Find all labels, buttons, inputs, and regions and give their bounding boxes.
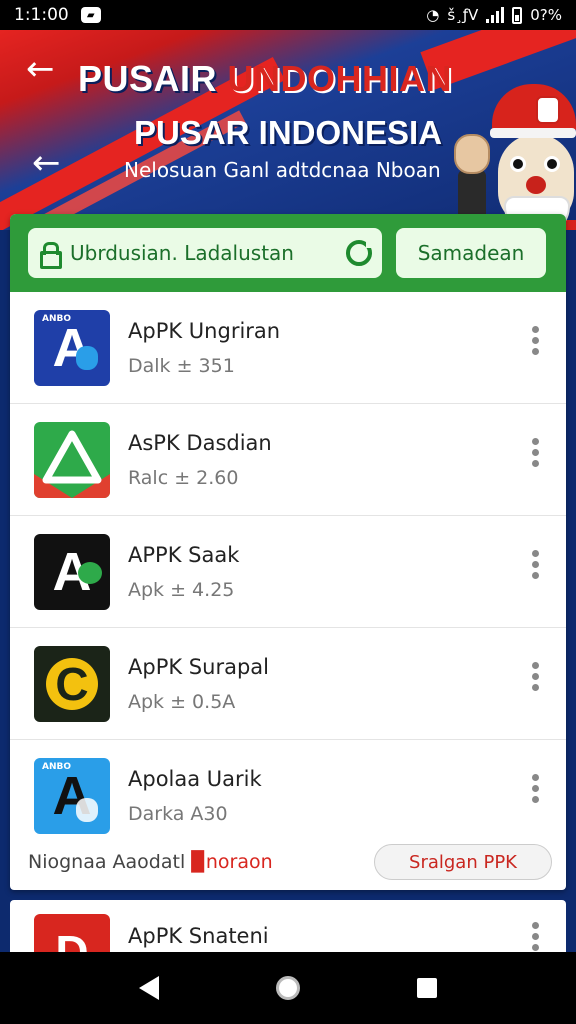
refresh-icon[interactable] (346, 240, 374, 266)
app-name: APPK Saak (128, 542, 240, 567)
app-list-card: Ubrdusian. Ladalustan Samadean ANBO A Ap… (10, 214, 566, 890)
app-name: ApPK Surapal (128, 654, 269, 679)
list-item[interactable]: C ApPK Surapal Apk ± 0.5A (10, 628, 566, 740)
mascot-illustration (452, 70, 576, 230)
mascot-eye (510, 156, 526, 172)
next-app-card: D ApPK Snateni (10, 900, 566, 960)
triangle-icon (42, 430, 102, 483)
navigation-bar (0, 952, 576, 1024)
banner: ← PUSAIR UNDOHHIAN PUSAR INDONESIA ← Nel… (0, 30, 576, 230)
list-item[interactable]: ANBO A ApPK Ungriran Dalk ± 351 (10, 292, 566, 404)
banner-title-red: UNDOHHIAN (227, 58, 453, 99)
mascot-hat (492, 84, 576, 134)
app-text: AsPK Dasdian Ralc ± 2.60 (128, 431, 272, 489)
status-bar: 1:1:00 ▰ ◔ š¸ƒV 0?% (0, 0, 576, 30)
back-arrow-icon[interactable]: ← (32, 146, 61, 180)
app-name: AsPK Dasdian (128, 430, 272, 455)
more-options-icon[interactable] (532, 662, 540, 691)
banner-title-white: PUSAIR (78, 58, 218, 99)
network-text: š¸ƒV (447, 6, 479, 24)
status-right: ◔ š¸ƒV 0?% (426, 6, 562, 24)
search-input-value: Ubrdusian. Ladalustan (70, 241, 294, 265)
shape-decoration (76, 345, 98, 370)
lock-icon (40, 242, 62, 269)
app-meta: Dalk ± 351 (128, 354, 235, 377)
app-icon-a-blue: ANBO A (34, 309, 110, 386)
nav-back-icon[interactable] (138, 976, 159, 1000)
app-name: Apolaa Uarik (128, 767, 262, 791)
app-icon-a-lightblue: ANBO A (34, 758, 110, 834)
banner-title-line2: PUSAR INDONESIA (134, 114, 443, 151)
list-item[interactable]: AsPK Dasdian Ralc ± 2.60 (10, 404, 566, 516)
app-meta: Darka A30 (128, 803, 228, 825)
app-text: ApPK Surapal Apk ± 0.5A (128, 655, 269, 713)
app-text: APPK Saak Apk ± 4.25 (128, 543, 239, 601)
letter-a-glyph: A (52, 317, 92, 378)
nav-home-icon[interactable] (275, 976, 300, 1000)
wifi-icon: ◔ (426, 6, 440, 24)
signal-icon (486, 7, 505, 23)
search-button[interactable]: Samadean (396, 228, 546, 278)
mascot-nose (526, 176, 546, 194)
back-arrow-icon[interactable]: ← (26, 52, 55, 86)
more-options-icon[interactable] (532, 438, 540, 467)
mascot-eye (544, 156, 560, 172)
app-text: ApPK Ungriran Dalk ± 351 (128, 319, 280, 377)
battery-text: 0?% (530, 6, 562, 24)
footer-text-highlight: ▉noraon (191, 851, 273, 873)
list-item[interactable]: A APPK Saak Apk ± 4.25 (10, 516, 566, 628)
shape-decoration (76, 798, 98, 822)
app-text: Apolaa Uarik Darka A30 (128, 767, 262, 825)
more-options-icon[interactable] (532, 922, 540, 951)
nav-recents-icon[interactable] (417, 978, 438, 998)
app-icon-triangle-green (34, 421, 110, 498)
card-footer: Niognaa Aaodatl ▉noraon Sralgan PPK (10, 834, 566, 890)
app-name: ApPK Snateni (128, 924, 269, 948)
app-meta: Apk ± 0.5A (128, 690, 236, 713)
app-meta: Ralc ± 2.60 (128, 466, 239, 489)
mascot-hat-band (490, 128, 576, 138)
app-icon-a-black: A (34, 533, 110, 610)
search-input[interactable]: Ubrdusian. Ladalustan (28, 228, 382, 278)
footer-text: Niognaa Aaodatl ▉noraon (28, 851, 273, 873)
status-time: 1:1:00 (14, 5, 69, 25)
more-options-icon[interactable] (532, 326, 540, 355)
app-name: ApPK Ungriran (128, 318, 281, 343)
notification-icon: ▰ (80, 7, 101, 23)
mascot-badge-icon (536, 96, 560, 124)
app-icon-c-yellow: C (34, 645, 110, 722)
letter-a-glyph: A (52, 766, 92, 826)
letter-c-glyph: C (55, 657, 89, 710)
app-meta: Apk ± 4.25 (128, 578, 235, 601)
battery-icon (512, 6, 523, 24)
list-item[interactable]: D ApPK Snateni (10, 900, 566, 960)
search-bar: Ubrdusian. Ladalustan Samadean (10, 214, 566, 292)
footer-text-main: Niognaa Aaodatl (28, 851, 192, 873)
mascot-fist (454, 134, 490, 174)
banner-title: PUSAIR UNDOHHIAN (78, 58, 452, 100)
more-options-icon[interactable] (532, 550, 540, 579)
banner-subtitle: Nelosuan Ganl adtdcnaa Nboan (124, 158, 441, 182)
more-options-icon[interactable] (532, 774, 540, 803)
mascot-arm (458, 170, 486, 220)
footer-action-button[interactable]: Sralgan PPK (374, 844, 552, 880)
shape-decoration (78, 561, 102, 584)
